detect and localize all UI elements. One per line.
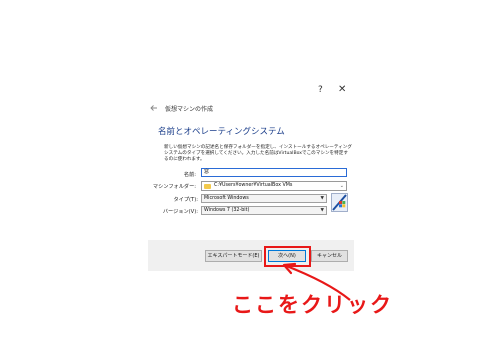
machine-folder-label: マシンフォルダー: bbox=[152, 184, 196, 190]
machine-folder-combo[interactable]: C:¥Users¥owner¥VirtualBox VMs ⌄ bbox=[201, 181, 347, 191]
chevron-down-icon[interactable]: ⌄ bbox=[340, 182, 344, 190]
name-label: 名前: bbox=[183, 172, 196, 178]
type-value: Microsoft Windows bbox=[204, 196, 249, 201]
version-label: バージョン(V): bbox=[162, 209, 198, 215]
click-here-annotation: ここをクリック bbox=[232, 293, 393, 317]
wizard-title: 仮想マシンの作成 bbox=[165, 106, 214, 113]
name-input[interactable]: 窓 bbox=[201, 168, 347, 177]
folder-icon bbox=[204, 183, 211, 189]
section-heading: 名前とオペレーティングシステム bbox=[158, 127, 285, 137]
dropdown-arrow-icon: ▼ bbox=[320, 208, 324, 213]
help-button[interactable]: ? bbox=[318, 85, 323, 95]
type-select[interactable]: Microsoft Windows ▼ bbox=[201, 194, 327, 203]
machine-folder-value: C:¥Users¥owner¥VirtualBox VMs bbox=[214, 183, 293, 188]
type-label: タイプ(T): bbox=[173, 197, 198, 203]
version-value: Windows 7 (32-bit) bbox=[204, 208, 250, 213]
expert-mode-button[interactable]: エキスパートモード(E) bbox=[205, 250, 262, 262]
windows-7-os-icon bbox=[331, 193, 348, 212]
version-select[interactable]: Windows 7 (32-bit) ▼ bbox=[201, 206, 327, 215]
close-button[interactable]: ✕ bbox=[338, 85, 346, 95]
description-text: 新しい仮想マシンの記述名と保存フォルダーを指定し、インストールするオペレーティン… bbox=[164, 145, 352, 162]
back-arrow-icon[interactable] bbox=[149, 103, 159, 113]
dropdown-arrow-icon: ▼ bbox=[320, 196, 324, 201]
